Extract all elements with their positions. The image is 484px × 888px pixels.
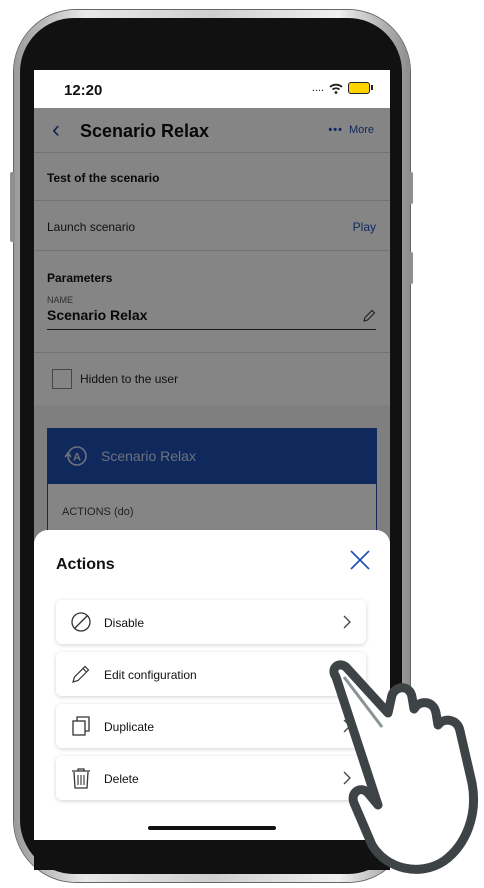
trash-icon — [72, 768, 90, 789]
disable-icon — [71, 612, 91, 632]
status-icons: .... — [311, 82, 373, 94]
home-indicator — [148, 826, 276, 830]
sheet-title: Actions — [56, 556, 115, 573]
phone-side-button-left — [10, 172, 15, 242]
signal-dots: .... — [311, 82, 324, 94]
phone-side-button-right-2 — [408, 252, 413, 284]
duplicate-icon — [72, 716, 90, 736]
battery-charging-icon — [348, 82, 373, 94]
status-time: 12:20 — [64, 82, 103, 99]
duplicate-label: Duplicate — [104, 720, 155, 734]
wifi-icon — [329, 83, 343, 94]
disable-button[interactable]: Disable — [56, 600, 366, 644]
chevron-right-icon — [343, 615, 351, 629]
pointing-hand-icon — [329, 660, 479, 874]
edit-configuration-label: Edit configuration — [104, 668, 197, 682]
disable-label: Disable — [104, 616, 145, 630]
close-icon[interactable] — [348, 548, 372, 572]
delete-label: Delete — [104, 772, 139, 786]
status-bar: 12:20 .... — [34, 70, 390, 108]
pencil-icon — [72, 665, 90, 683]
phone-side-button-right-1 — [408, 172, 413, 204]
